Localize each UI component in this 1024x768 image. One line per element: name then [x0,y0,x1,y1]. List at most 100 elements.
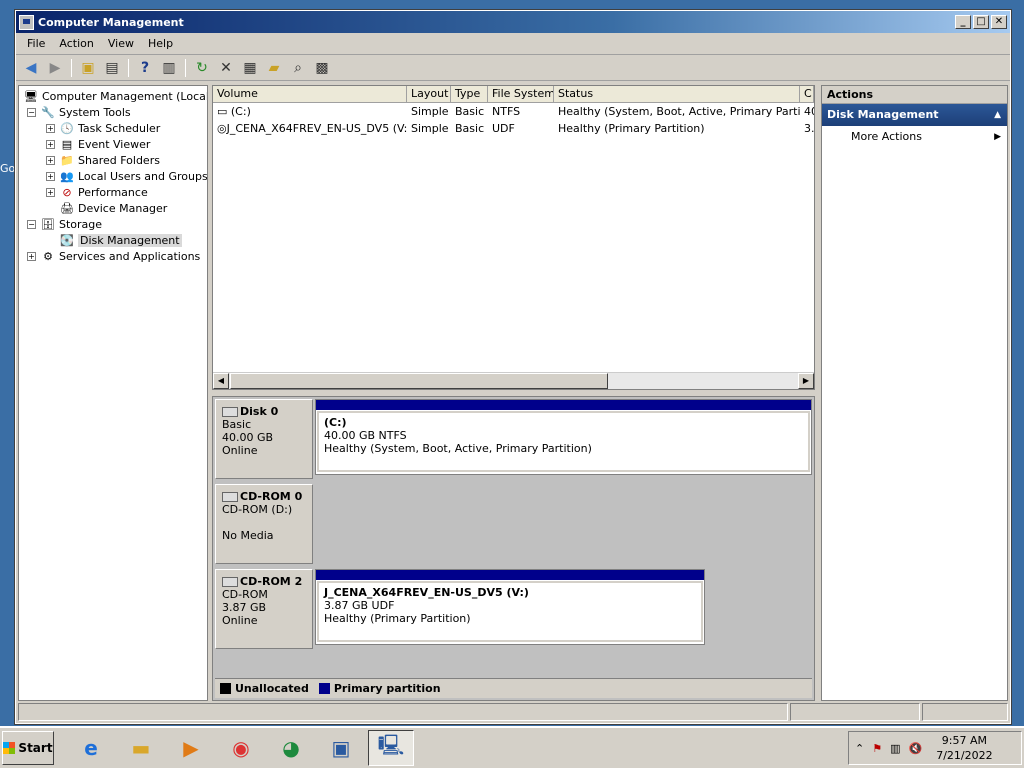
export-icon[interactable]: ▩ [311,58,333,78]
unallocated-swatch [220,683,231,694]
scroll-right-icon[interactable]: ▶ [798,373,814,389]
tree-item-label: Shared Folders [78,153,160,167]
tree-item-services[interactable]: + ⚙ Services and Applications [19,248,207,264]
collapse-icon[interactable]: − [27,107,36,117]
show-hide-action-pane-icon[interactable]: ▥ [158,58,180,78]
tree-item-device-manager[interactable]: 🖨 Device Manager [19,200,207,216]
menu-action[interactable]: Action [52,37,100,50]
menu-help[interactable]: Help [141,37,180,50]
taskbar-apps: e ▬ ▶ ◉ ◕ ▣ 🖳 [68,730,414,766]
table-row[interactable]: ▭ (C:) Simple Basic NTFS Healthy (System… [213,103,814,120]
horizontal-scrollbar[interactable]: ◀ ▶ [213,372,814,389]
toolbar-separator [185,58,186,77]
disk-type: Basic [222,418,252,431]
download-manager-icon[interactable]: ◕ [268,730,314,766]
column-status[interactable]: Status [554,86,800,102]
expand-icon[interactable]: + [46,171,55,181]
computer-icon: 🖥 [24,89,38,103]
refresh-icon[interactable]: ↻ [191,58,213,78]
column-type[interactable]: Type [451,86,488,102]
navigation-tree: 🖥 Computer Management (Local) − 🔧 System… [18,85,208,701]
delete-icon[interactable]: ✕ [215,58,237,78]
open-icon[interactable]: ▰ [263,58,285,78]
column-volume[interactable]: Volume [213,86,407,102]
disk-row[interactable]: CD-ROM 2 CD-ROM 3.87 GB Online J_CENA_X6… [215,569,812,649]
up-folder-icon[interactable]: ▣ [77,58,99,78]
chrome-icon[interactable]: ◉ [218,730,264,766]
partition-v[interactable]: J_CENA_X64FREV_EN-US_DV5 (V:) 3.87 GB UD… [315,569,705,645]
legend-primary: Primary partition [333,682,441,695]
expand-icon[interactable]: + [46,123,55,133]
scroll-left-icon[interactable]: ◀ [213,373,229,389]
disk-label[interactable]: Disk 0 Basic 40.00 GB Online [215,399,313,479]
disk-state: No Media [222,529,274,542]
event-viewer-icon: ▤ [61,137,73,151]
tree-item-system-tools[interactable]: − 🔧 System Tools [19,104,207,120]
close-button[interactable]: ✕ [991,15,1007,29]
tree-item-local-users[interactable]: + 👥 Local Users and Groups [19,168,207,184]
media-player-icon[interactable]: ▶ [168,730,214,766]
disk-row[interactable]: CD-ROM 0 CD-ROM (D:) No Media [215,484,812,564]
expand-icon[interactable]: + [46,187,55,197]
fs-cell: NTFS [492,105,521,118]
volume-muted-icon[interactable]: 🔇 [909,742,923,755]
performance-icon: ⊘ [62,185,72,199]
maximize-button[interactable]: □ [973,15,989,29]
column-file-system[interactable]: File System [488,86,554,102]
scrollbar-thumb[interactable] [230,373,608,389]
properties-icon[interactable]: ▦ [239,58,261,78]
forward-arrow-icon[interactable]: ▶ [44,58,66,78]
internet-explorer-icon[interactable]: e [68,730,114,766]
volume-cell: ▭ (C:) [213,103,407,120]
column-capacity[interactable]: C [800,86,814,102]
tree-item-disk-management[interactable]: 💽 Disk Management [19,232,207,248]
help-icon[interactable]: ? [134,58,156,78]
collapse-icon[interactable]: − [27,219,36,229]
volume-list-header: Volume Layout Type File System Status C [213,86,814,103]
clock[interactable]: 9:57 AM 7/21/2022 [936,733,992,763]
partition-c[interactable]: (C:) 40.00 GB NTFS Healthy (System, Boot… [315,399,812,475]
computer-management-icon [19,14,34,30]
start-button[interactable]: Start [2,731,54,765]
tree-item-storage[interactable]: − 🗄 Storage [19,216,207,232]
start-label: Start [18,741,53,755]
expand-icon[interactable]: + [46,155,55,165]
computer-management-icon[interactable]: 🖳 [368,730,414,766]
expand-icon[interactable]: + [27,251,36,261]
column-layout[interactable]: Layout [407,86,451,102]
expand-icon[interactable]: + [46,139,55,149]
network-icon[interactable]: ▥ [890,742,900,755]
disk-label[interactable]: CD-ROM 0 CD-ROM (D:) No Media [215,484,313,564]
file-explorer-icon[interactable]: ▬ [118,730,164,766]
search-icon[interactable]: ⌕ [287,58,309,78]
disk-name: Disk 0 [240,405,279,418]
partition-size: 40.00 GB NTFS [324,429,407,442]
menu-file[interactable]: File [20,37,52,50]
volume-name: (C:) [230,105,251,118]
back-arrow-icon[interactable]: ◀ [20,58,42,78]
tree-item-root[interactable]: 🖥 Computer Management (Local) [19,88,207,104]
menu-view[interactable]: View [101,37,141,50]
tree-item-event-viewer[interactable]: + ▤ Event Viewer [19,136,207,152]
more-actions-item[interactable]: More Actions ▶ [822,126,1007,148]
tree-item-label: System Tools [59,105,131,119]
actions-section-disk-management[interactable]: Disk Management ▲ [822,104,1007,126]
title-bar[interactable]: Computer Management _ □ ✕ [16,11,1010,33]
system-tray: ⌃ ⚑ ▥ 🔇 9:57 AM 7/21/2022 [848,731,1022,765]
disk-row[interactable]: Disk 0 Basic 40.00 GB Online (C:) 40.00 … [215,399,812,479]
show-hidden-icons-icon[interactable]: ⌃ [855,742,864,755]
tree-item-task-scheduler[interactable]: + 🕓 Task Scheduler [19,120,207,136]
partition-status: Healthy (Primary Partition) [324,612,471,625]
disk-label[interactable]: CD-ROM 2 CD-ROM 3.87 GB Online [215,569,313,649]
action-center-icon[interactable]: ⚑ [872,742,882,755]
tree-item-shared-folders[interactable]: + 📁 Shared Folders [19,152,207,168]
table-row[interactable]: ◎J_CENA_X64FREV_EN-US_DV5 (V:) Simple Ba… [213,120,814,137]
remote-desktop-icon[interactable]: ▣ [318,730,364,766]
tree-item-label: Performance [78,185,148,199]
collapse-up-icon[interactable]: ▲ [994,104,1001,126]
tree-item-performance[interactable]: + ⊘ Performance [19,184,207,200]
minimize-button[interactable]: _ [955,15,971,29]
disk-type: CD-ROM [222,588,268,601]
desktop-edge-text: Go [0,162,16,175]
show-hide-tree-icon[interactable]: ▤ [101,58,123,78]
